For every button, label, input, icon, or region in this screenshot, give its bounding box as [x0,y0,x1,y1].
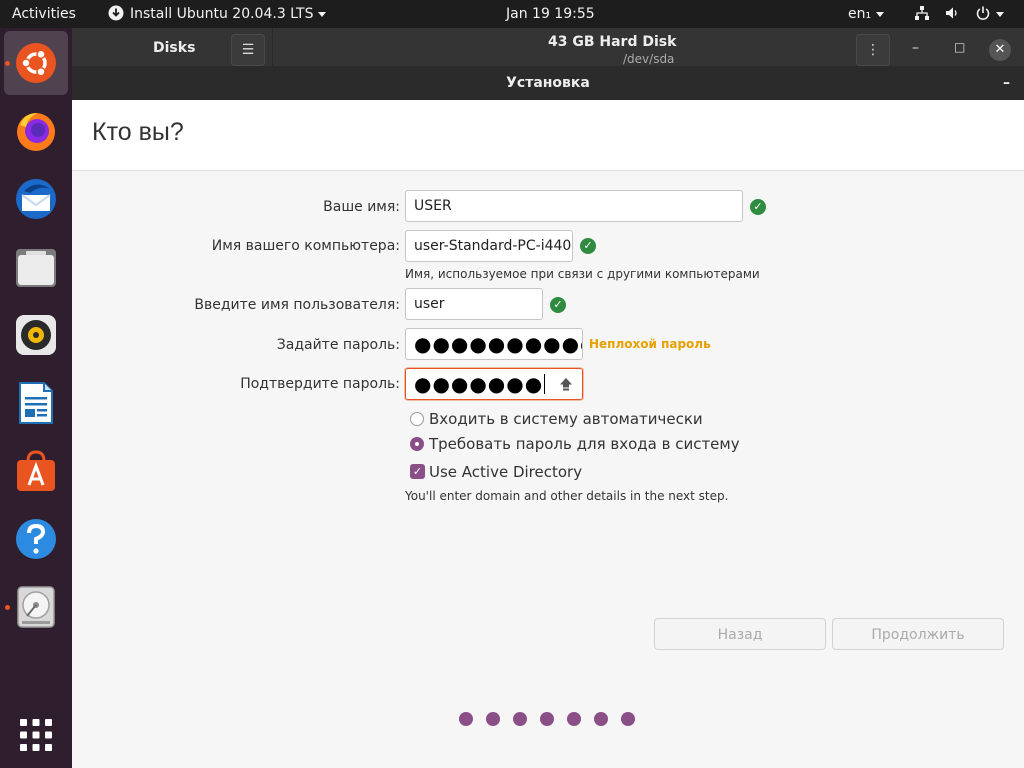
hamburger-icon: ☰ [241,42,255,58]
dock-help[interactable] [4,507,68,571]
auto-login-label[interactable]: Входить в систему автоматически [429,410,703,428]
computer-name-hint: Имя, используемое при связи с другими ко… [405,267,760,281]
activities-button[interactable]: Activities [12,0,76,28]
confirm-password-label: Подтвердите пароль: [240,376,400,392]
ubuntu-logo-icon [16,43,56,83]
minimize-button[interactable]: – [1003,66,1010,100]
help-icon [16,519,56,559]
installer-titlebar: Установка – [72,66,1024,100]
valid-check-icon: ✓ [550,297,566,313]
text-cursor [544,374,546,394]
thunderbird-icon [16,179,56,219]
your-name-input[interactable]: USER [405,190,743,222]
grid-icon [20,719,52,751]
your-name-label: Ваше имя: [323,199,400,215]
computer-name-input[interactable]: user-Standard-PC-i440l [405,230,573,262]
dock-show-applications[interactable] [4,703,68,767]
dock-ubuntu-software[interactable] [4,439,68,503]
running-indicator [5,61,10,66]
progress-dot [486,712,500,726]
rhythmbox-icon [16,315,56,355]
computer-name-label: Имя вашего компьютера: [211,238,400,254]
close-icon: ✕ [994,42,1006,57]
disk-subtitle: /dev/sda [623,52,675,66]
progress-dot [459,712,473,726]
dock-rhythmbox[interactable] [4,303,68,367]
password-strength: Неплохой пароль [589,337,711,351]
valid-check-icon: ✓ [750,199,766,215]
active-directory-label[interactable]: Use Active Directory [429,463,582,481]
installer-window: Установка – Кто вы? Ваше имя: USER ✓ Имя… [72,66,1024,768]
running-indicator [5,605,10,610]
clock[interactable]: Jan 19 19:55 [506,0,595,28]
dock-ubuntu-installer[interactable] [4,31,68,95]
dock-libreoffice-writer[interactable] [4,371,68,435]
require-password-label[interactable]: Требовать пароль для входа в систему [429,435,740,453]
require-password-radio[interactable] [410,437,424,451]
auto-login-radio[interactable] [410,412,424,426]
app-menu-label: Install Ubuntu 20.04.3 LTS [130,6,314,22]
page-header: Кто вы? [72,100,1024,171]
page-title: Кто вы? [92,118,184,146]
volume-icon [946,7,958,19]
active-directory-hint: You'll enter domain and other details in… [405,489,729,503]
password-input[interactable]: ●●●●●●●●●●● [405,328,583,360]
download-icon [108,5,124,21]
software-store-icon [17,450,55,491]
chevron-down-icon [876,11,885,17]
restore-icon: □ [954,40,966,54]
minimize-icon: – [912,40,919,56]
confirm-password-value: ●●●●●●● [414,372,544,396]
chevron-down-icon [318,11,327,17]
minimize-button[interactable]: – [912,40,919,56]
close-button[interactable]: ✕ [989,39,1011,61]
confirm-password-input[interactable]: ●●●●●●● [405,368,583,400]
username-input[interactable]: user [405,288,543,320]
caps-lock-icon [560,378,572,391]
active-directory-checkbox[interactable]: ✓ [410,464,425,479]
disks-menu-button[interactable]: ☰ [231,34,265,66]
dock [0,28,72,768]
progress-dot [513,712,527,726]
disks-window-title: Disks [153,40,196,56]
dock-files[interactable] [4,235,68,299]
disk-options-button[interactable]: ⋮ [856,34,890,66]
system-menu[interactable] [914,0,1004,28]
minimize-icon: – [1003,75,1010,91]
maximize-button[interactable]: □ [954,40,965,54]
continue-button[interactable]: Продолжить [832,618,1004,650]
disks-icon [17,586,55,628]
dock-thunderbird[interactable] [4,167,68,231]
files-icon [16,249,56,287]
dock-firefox[interactable] [4,99,68,163]
top-bar: Activities Install Ubuntu 20.04.3 LTS Ja… [0,0,1024,28]
dock-disks[interactable] [4,575,68,639]
keyboard-layout-indicator[interactable]: en₁ [848,0,885,28]
kebab-menu-icon: ⋮ [866,42,880,58]
checkmark-icon: ✓ [412,465,423,478]
progress-dot [621,712,635,726]
chevron-down-icon [995,11,1004,17]
app-menu[interactable]: Install Ubuntu 20.04.3 LTS [108,0,327,28]
keyboard-layout-label: en₁ [848,6,872,22]
writer-icon [19,382,53,424]
valid-check-icon: ✓ [580,238,596,254]
firefox-icon [17,113,55,151]
network-icon [915,6,929,20]
progress-dot [594,712,608,726]
progress-dot [540,712,554,726]
username-label: Введите имя пользователя: [194,297,400,313]
installer-window-title: Установка [506,75,590,91]
disk-title: 43 GB Hard Disk [548,34,677,50]
progress-dot [567,712,581,726]
power-icon [976,6,990,20]
back-button[interactable]: Назад [654,618,826,650]
password-label: Задайте пароль: [276,337,400,353]
